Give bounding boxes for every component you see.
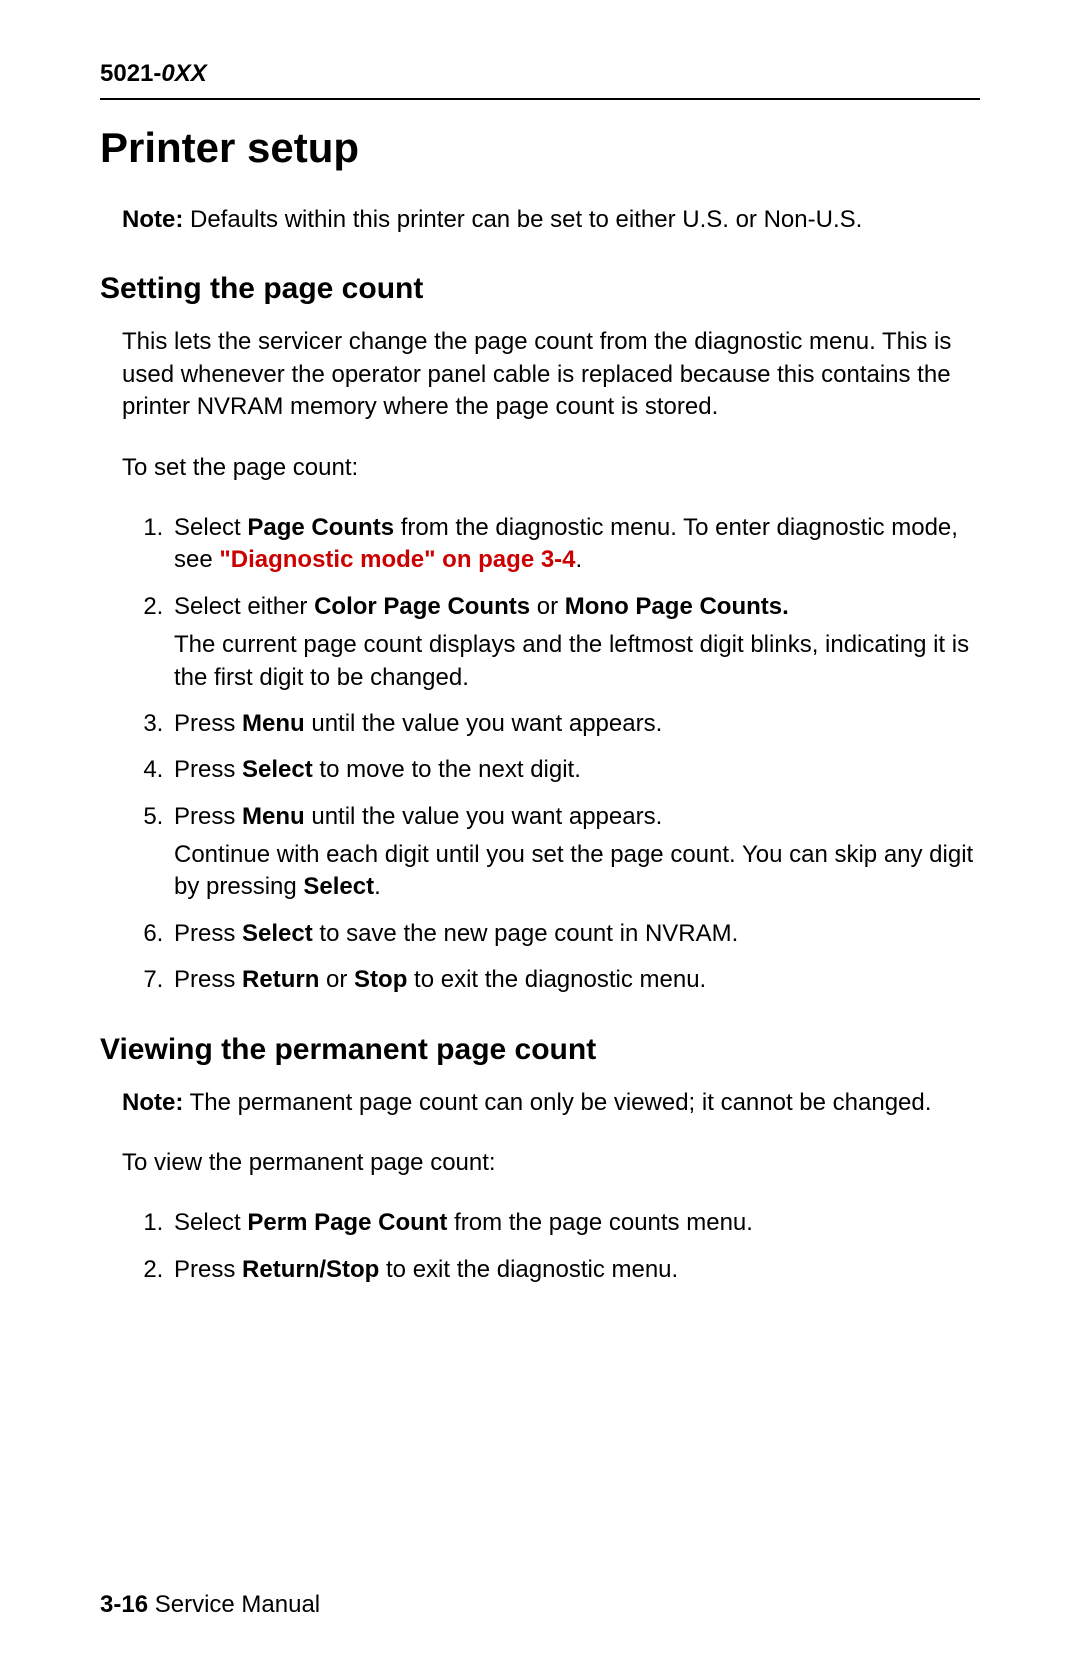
header-model: 5021-0XX (100, 60, 980, 88)
list-item-sub: The current page count displays and the … (174, 629, 980, 694)
list-item: Press Select to save the new page count … (170, 918, 980, 950)
header-divider (100, 98, 980, 100)
list-item-sub: Continue with each digit until you set t… (174, 839, 980, 904)
list-item: Press Menu until the value you want appe… (170, 801, 980, 904)
section1-steps: Select Page Counts from the diagnostic m… (170, 512, 980, 997)
list-item: Press Return or Stop to exit the diagnos… (170, 964, 980, 996)
note-text: The permanent page count can only be vie… (183, 1089, 931, 1116)
section2-lead: To view the permanent page count: (122, 1147, 980, 1179)
page-footer: 3-16 Service Manual (100, 1591, 320, 1619)
section-heading-2: Viewing the permanent page count (100, 1033, 980, 1067)
list-item: Select either Color Page Counts or Mono … (170, 591, 980, 694)
page-number: 3-16 (100, 1591, 148, 1618)
page-title: Printer setup (100, 124, 980, 172)
note-paragraph: Note: Defaults within this printer can b… (122, 204, 980, 236)
list-item: Press Return/Stop to exit the diagnostic… (170, 1254, 980, 1286)
section2-note: Note: The permanent page count can only … (122, 1087, 980, 1119)
list-item: Select Perm Page Count from the page cou… (170, 1207, 980, 1239)
note-text: Defaults within this printer can be set … (183, 206, 862, 233)
section1-intro: This lets the servicer change the page c… (122, 326, 980, 423)
list-item: Press Menu until the value you want appe… (170, 708, 980, 740)
model-suffix: 0XX (161, 60, 206, 87)
section2-steps: Select Perm Page Count from the page cou… (170, 1207, 980, 1286)
footer-label: Service Manual (148, 1591, 320, 1618)
model-prefix: 5021- (100, 60, 161, 87)
list-item: Press Select to move to the next digit. (170, 754, 980, 786)
list-item: Select Page Counts from the diagnostic m… (170, 512, 980, 577)
cross-ref-link[interactable]: "Diagnostic mode" on page 3-4 (219, 546, 575, 573)
section-heading-1: Setting the page count (100, 272, 980, 306)
note-label: Note: (122, 1089, 183, 1116)
note-label: Note: (122, 206, 183, 233)
section1-lead: To set the page count: (122, 452, 980, 484)
